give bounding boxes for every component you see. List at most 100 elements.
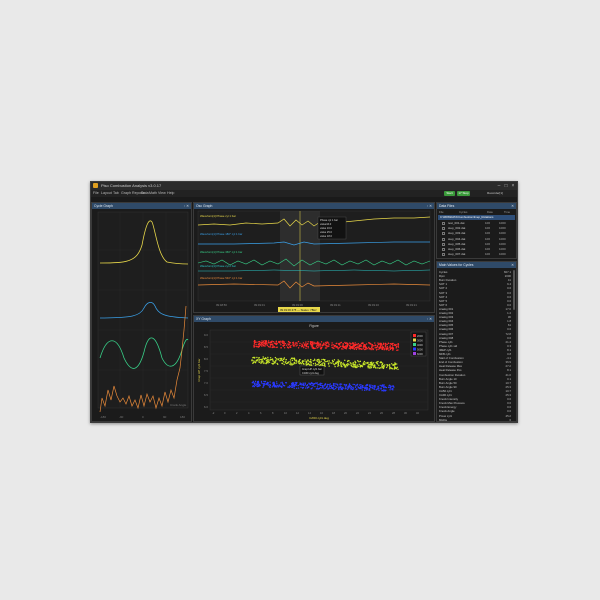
panel-header: Cycle Graph ▫ ✕ bbox=[92, 203, 191, 209]
folder-row[interactable]: C:\RDS\DATA\Combustion\Imep_Rotations bbox=[438, 215, 515, 220]
column-header[interactable]: File bbox=[439, 210, 444, 214]
scatter-point-blue bbox=[297, 384, 299, 387]
scatter-point-red bbox=[318, 344, 320, 347]
scatter-point-red bbox=[310, 345, 312, 347]
scatter-point-red bbox=[377, 342, 379, 344]
scatter-point-red bbox=[327, 345, 330, 347]
scatter-point-red bbox=[397, 342, 399, 345]
scatter-point-yellow bbox=[320, 360, 322, 363]
scatter-point-red bbox=[363, 344, 365, 346]
column-header[interactable]: Time bbox=[504, 210, 510, 214]
file-checkbox[interactable] bbox=[442, 242, 445, 246]
channel-row[interactable]: Misfire 0 bbox=[439, 418, 514, 421]
scatter-point-red bbox=[395, 344, 397, 346]
scatter-point-yellow bbox=[295, 362, 298, 364]
scatter-point-yellow bbox=[370, 365, 373, 367]
scatter-point-red bbox=[255, 345, 257, 348]
scatter-point-red bbox=[285, 344, 288, 346]
menu-help[interactable]: Help bbox=[167, 190, 174, 197]
scrollbar[interactable] bbox=[513, 270, 515, 310]
scatter-point-blue bbox=[339, 384, 341, 386]
scatter-point-yellow bbox=[289, 359, 292, 361]
scatter-point-yellow bbox=[318, 362, 321, 364]
menu-math[interactable]: Math bbox=[149, 190, 157, 197]
scatter-point-blue bbox=[262, 386, 264, 388]
scatter-point-yellow bbox=[352, 363, 354, 365]
file-checkbox[interactable] bbox=[442, 253, 445, 257]
column-header[interactable]: Cycles bbox=[459, 210, 467, 214]
scatter-point-blue bbox=[388, 384, 390, 387]
scatter-point-blue bbox=[345, 384, 348, 386]
maximize-icon[interactable]: □ bbox=[503, 183, 509, 189]
scatter-point-yellow bbox=[369, 362, 372, 364]
x-tick: 18 bbox=[332, 411, 335, 415]
menu-view[interactable]: View bbox=[158, 190, 166, 197]
scatter-point-yellow bbox=[354, 365, 357, 367]
y-tick: 7.0 bbox=[204, 381, 208, 385]
scatter-point-red bbox=[363, 348, 365, 351]
scatter-point-yellow bbox=[338, 360, 341, 362]
minimize-icon[interactable]: – bbox=[496, 183, 502, 189]
xy-graph-plot[interactable]: Figure 9.0 8.5 8.0 7.5 7.0 6.5 6.0 -2 0 2 4… bbox=[194, 322, 434, 421]
scatter-point-yellow bbox=[291, 359, 294, 362]
scatter-point-blue bbox=[379, 384, 381, 387]
scatter-point-blue bbox=[364, 387, 366, 389]
close-icon[interactable]: × bbox=[510, 183, 516, 189]
menu-data[interactable]: Data bbox=[141, 190, 149, 197]
file-checkbox[interactable] bbox=[442, 248, 445, 251]
scatter-point-blue bbox=[328, 383, 330, 386]
scatter-point-red bbox=[265, 343, 267, 346]
scatter-point-blue bbox=[252, 380, 254, 383]
scatter-point-yellow bbox=[293, 357, 296, 359]
scatter-point-blue bbox=[253, 385, 256, 388]
file-row[interactable]: step_007.dat 100 1000 bbox=[439, 252, 514, 257]
y-tick: 8.0 bbox=[204, 357, 208, 361]
x-tick: 14 bbox=[308, 411, 311, 415]
scatter-point-blue bbox=[256, 382, 259, 384]
start-button[interactable]: Start bbox=[444, 191, 455, 196]
scatter-point-yellow bbox=[366, 361, 368, 364]
menu-layout[interactable]: Layout bbox=[101, 190, 112, 197]
scatter-point-yellow bbox=[394, 363, 397, 366]
panel-controls-icon[interactable]: ✕ bbox=[511, 203, 514, 209]
scatter-point-red bbox=[324, 343, 326, 346]
scatter-point-red bbox=[370, 348, 372, 350]
scatter-point-red bbox=[357, 342, 360, 345]
column-header[interactable]: Date bbox=[487, 210, 493, 214]
file-checkbox[interactable] bbox=[442, 227, 445, 231]
scatter-point-red bbox=[328, 343, 330, 346]
menu-file[interactable]: File bbox=[93, 190, 99, 197]
recorder-button[interactable]: Recorder[1] bbox=[483, 191, 507, 196]
scatter-point-yellow bbox=[356, 364, 358, 366]
scatter-point-yellow bbox=[323, 359, 326, 361]
scatter-point-yellow bbox=[316, 360, 318, 363]
cycle-graph-plot[interactable]: -180 -90 0 90 180 Crank Angle bbox=[92, 210, 191, 422]
panel-controls-icon[interactable]: ✕ bbox=[511, 262, 514, 268]
file-checkbox[interactable] bbox=[442, 232, 445, 236]
scatter-point-yellow bbox=[394, 362, 396, 364]
y-tick: 6.5 bbox=[204, 393, 208, 397]
menu-tab[interactable]: Tab bbox=[113, 190, 119, 197]
scatter-point-yellow bbox=[328, 365, 330, 367]
scatter-point-yellow bbox=[332, 361, 334, 363]
panel-header: Main Values for Cycles ✕ bbox=[437, 262, 516, 268]
scatter-point-red bbox=[350, 347, 353, 349]
scatter-point-yellow bbox=[280, 358, 283, 360]
osc-graph-plot[interactable]: Waveform[1] Phase cyl 1 bar Waveform[1] … bbox=[194, 209, 434, 312]
x-tick: 10 bbox=[284, 411, 287, 415]
scatter-point-yellow bbox=[396, 363, 398, 365]
scatter-point-blue bbox=[323, 388, 325, 390]
scatter-point-blue bbox=[275, 385, 277, 387]
scatter-point-yellow bbox=[344, 359, 346, 362]
scatter-point-blue bbox=[382, 389, 384, 392]
panel-controls-icon[interactable]: ▫ ✕ bbox=[184, 203, 189, 209]
file-checkbox[interactable] bbox=[442, 222, 445, 225]
file-checkbox[interactable] bbox=[442, 237, 445, 241]
scatter-point-blue bbox=[340, 387, 342, 389]
legend-swatch bbox=[413, 338, 416, 342]
stop-button[interactable]: 17 Stop bbox=[457, 191, 470, 196]
scatter-point-yellow bbox=[370, 362, 373, 364]
scatter-point-blue bbox=[324, 384, 327, 386]
scatter-point-blue bbox=[310, 382, 313, 384]
scatter-point-red bbox=[389, 345, 391, 347]
